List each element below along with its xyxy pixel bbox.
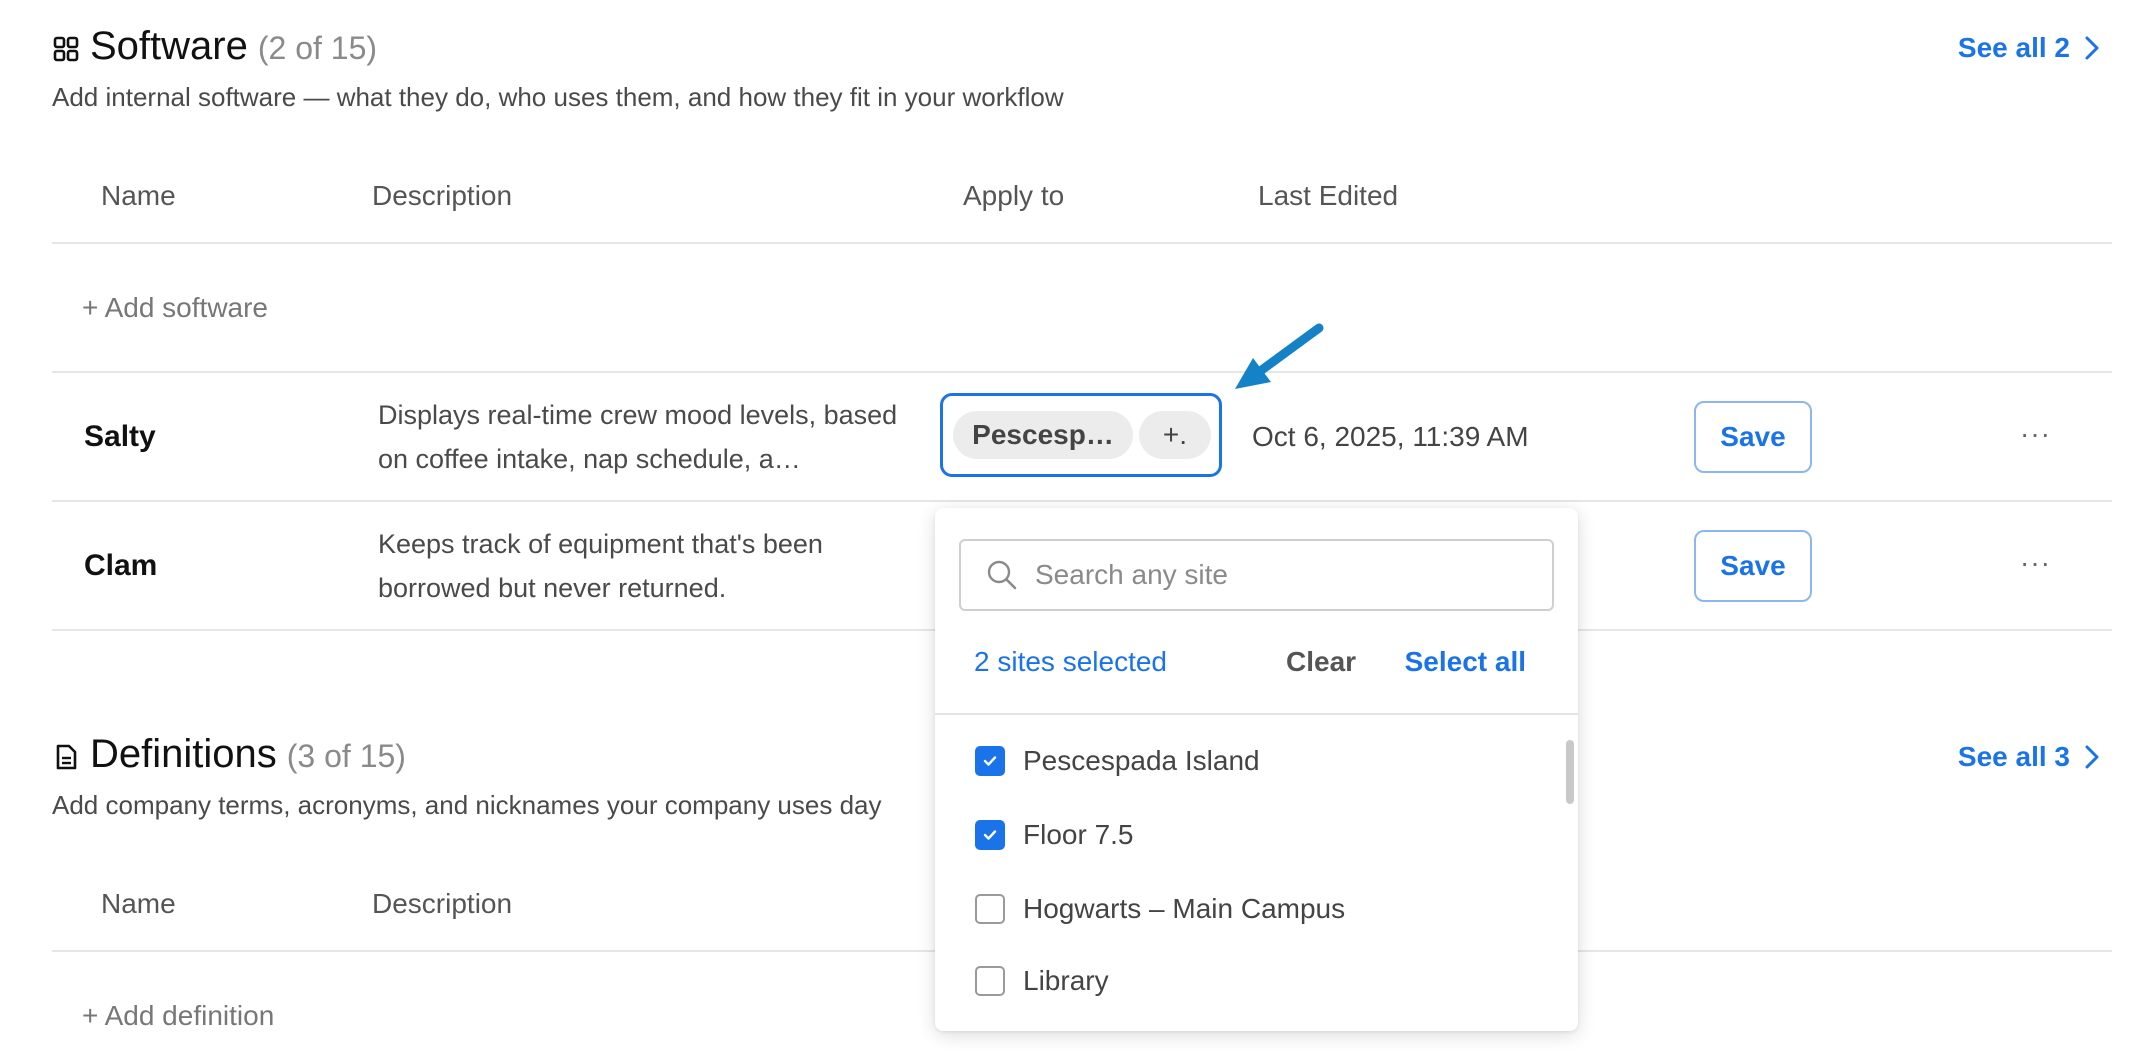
definitions-count: (3 of 15) <box>286 738 406 774</box>
see-all-definitions-link[interactable]: See all 3 <box>1958 741 2100 773</box>
site-option-label: Library <box>1023 965 1109 996</box>
definitions-section-header: Definitions (3 of 15) <box>52 732 406 777</box>
column-header-apply-to: Apply to <box>963 180 1065 211</box>
add-software-button[interactable]: + Add software <box>82 292 268 324</box>
search-icon <box>987 560 1017 590</box>
site-option[interactable]: Library <box>975 965 1109 997</box>
see-all-software-label: See all 2 <box>1957 32 2070 63</box>
column-header-name: Name <box>101 888 176 919</box>
checkbox-unchecked-icon[interactable] <box>975 966 1005 996</box>
document-icon <box>52 743 80 771</box>
divider <box>935 713 1578 715</box>
site-option-label: Pescespada Island <box>1023 745 1260 776</box>
column-header-name: Name <box>101 180 176 211</box>
divider <box>52 371 2112 373</box>
apply-to-select[interactable]: Pescesp… +. <box>940 393 1222 477</box>
more-options-button[interactable]: ··· <box>2020 547 2051 579</box>
annotation-arrow-icon <box>1235 323 1324 389</box>
definitions-subtitle: Add company terms, acronyms, and nicknam… <box>52 790 882 820</box>
selected-count-label[interactable]: 2 sites selected <box>974 646 1167 678</box>
site-option-label: Floor 7.5 <box>1023 819 1134 850</box>
selection-controls: 2 sites selected Clear Select all <box>974 638 1544 688</box>
divider <box>52 500 2112 502</box>
site-search-input[interactable] <box>1035 559 1535 591</box>
grid-icon <box>52 35 80 63</box>
chevron-right-icon <box>2085 36 2099 60</box>
clear-button[interactable]: Clear <box>1286 646 1356 678</box>
site-select-dropdown: 2 sites selected Clear Select all Pesces… <box>935 508 1578 1031</box>
site-option-label: Hogwarts – Main Campus <box>1023 893 1346 924</box>
save-button[interactable]: Save <box>1694 530 1812 602</box>
site-option[interactable]: Floor 7.5 <box>975 819 1134 851</box>
software-description-clam: Keeps track of equipment that's been bor… <box>378 529 823 603</box>
software-description-salty: Displays real-time crew mood levels, bas… <box>378 400 898 474</box>
site-search-box[interactable] <box>959 539 1554 611</box>
column-header-description: Description <box>372 888 513 919</box>
list-scrollbar[interactable] <box>1566 740 1574 804</box>
site-option[interactable]: Pescespada Island <box>975 745 1260 777</box>
checkbox-unchecked-icon[interactable] <box>975 894 1005 924</box>
software-section-header: Software (2 of 15) <box>52 24 377 69</box>
add-definition-button[interactable]: + Add definition <box>82 1000 274 1032</box>
software-count: (2 of 15) <box>257 30 378 66</box>
more-sites-chip: +. <box>1139 411 1211 459</box>
site-options-list[interactable]: Pescespada Island Floor 7.5 Hogwarts – M… <box>935 716 1555 1008</box>
software-title: Software <box>90 24 248 68</box>
divider <box>52 242 2112 244</box>
site-option[interactable]: Hogwarts – Main Campus <box>975 893 1345 925</box>
column-header-last-edited: Last Edited <box>1258 180 1399 211</box>
software-name-clam[interactable]: Clam <box>84 549 157 583</box>
definitions-title: Definitions <box>90 732 277 776</box>
checkbox-checked-icon[interactable] <box>975 746 1005 776</box>
save-button[interactable]: Save <box>1694 401 1812 473</box>
software-name-salty[interactable]: Salty <box>84 420 156 454</box>
chevron-right-icon <box>2085 745 2099 769</box>
column-header-description: Description <box>372 180 513 211</box>
checkbox-checked-icon[interactable] <box>975 820 1005 850</box>
last-edited-date: Oct 6, 2025, 11:39 AM <box>1252 421 1529 452</box>
select-all-button[interactable]: Select all <box>1405 646 1526 678</box>
site-chip: Pescesp… <box>953 411 1133 459</box>
more-options-button[interactable]: ··· <box>2020 418 2051 450</box>
see-all-software-link[interactable]: See all 2 <box>1958 32 2100 64</box>
see-all-definitions-label: See all 3 <box>1957 741 2070 772</box>
software-subtitle: Add internal software — what they do, wh… <box>52 82 1064 112</box>
